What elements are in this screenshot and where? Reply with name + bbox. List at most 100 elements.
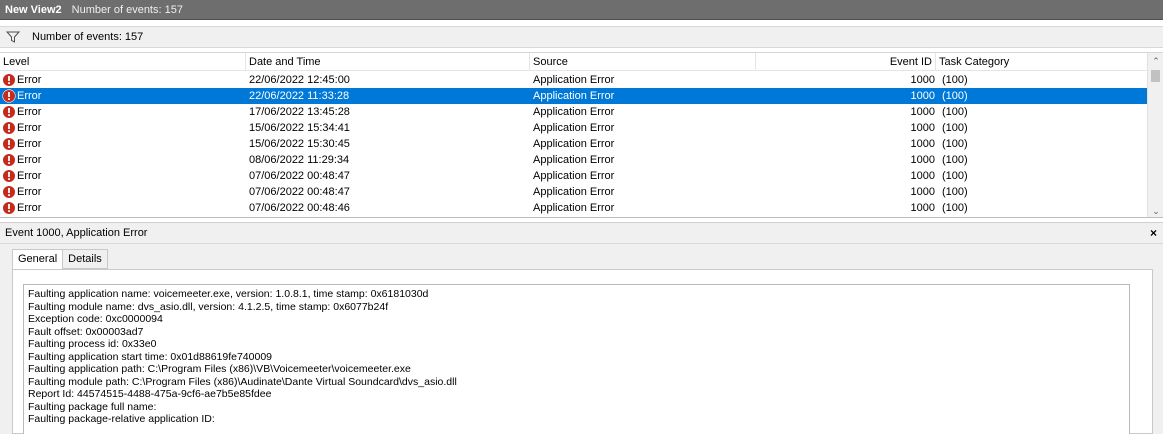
- task-category-cell: (100): [942, 106, 968, 118]
- level-cell: Error: [0, 88, 245, 104]
- source-cell: Application Error: [533, 122, 615, 134]
- task-category-cell: (100): [942, 202, 968, 214]
- description-line: Exception code: 0xc0000094: [28, 313, 163, 325]
- source-cell: Application Error: [533, 154, 615, 166]
- level-text: Error: [17, 170, 42, 182]
- level-cell: Error: [0, 136, 245, 152]
- column-header-event-id[interactable]: Event ID: [756, 53, 936, 71]
- level-text: Error: [17, 186, 42, 198]
- view-title: New View2: [5, 3, 62, 16]
- table-row[interactable]: Error 07/06/2022 00:48:47 Application Erro…: [0, 184, 1147, 200]
- table-row[interactable]: Error 15/06/2022 15:34:41 Application Erro…: [0, 120, 1147, 136]
- scroll-down-arrow-icon[interactable]: ⌄: [1148, 203, 1163, 217]
- source-cell: Application Error: [533, 90, 615, 102]
- tab-details[interactable]: Details: [62, 249, 108, 269]
- level-text: Error: [17, 138, 42, 150]
- error-icon: [2, 89, 16, 103]
- grid-vertical-scrollbar[interactable]: ⌃ ⌄: [1147, 53, 1163, 217]
- date-cell: 08/06/2022 11:29:34: [249, 154, 350, 166]
- task-category-cell: (100): [942, 138, 968, 150]
- view-title-bar: New View2 Number of events: 157: [0, 0, 1163, 20]
- description-line: Faulting package full name:: [28, 400, 157, 413]
- task-category-cell: (100): [942, 74, 968, 86]
- date-cell: 07/06/2022 00:48:46: [249, 202, 350, 214]
- level-cell: Error: [0, 120, 245, 136]
- description-line: Faulting process id: 0x33e0: [28, 338, 157, 350]
- event-id-cell: 1000: [910, 138, 935, 150]
- event-count-header: Number of events: 157: [71, 3, 183, 16]
- event-id-cell: 1000: [910, 122, 935, 134]
- date-cell: 22/06/2022 12:45:00: [249, 74, 350, 86]
- table-row[interactable]: Error 07/06/2022 00:48:47 Application Erro…: [0, 168, 1147, 184]
- events-grid[interactable]: Level Date and Time Source Event ID Task…: [0, 52, 1163, 218]
- table-row[interactable]: Error 17/06/2022 13:45:28 Application Erro…: [0, 104, 1147, 120]
- table-row[interactable]: Error 15/06/2022 15:30:45 Application Erro…: [0, 136, 1147, 152]
- level-cell: Error: [0, 72, 245, 88]
- error-icon: [2, 121, 16, 135]
- event-id-cell: 1000: [910, 90, 935, 102]
- level-text: Error: [17, 74, 42, 86]
- table-row[interactable]: Error 08/06/2022 11:29:34 Application Erro…: [0, 152, 1147, 168]
- error-icon: [2, 185, 16, 199]
- level-text: Error: [17, 90, 42, 102]
- column-header-task-category[interactable]: Task Category: [936, 53, 1147, 71]
- scrollbar-thumb[interactable]: [1151, 70, 1160, 82]
- event-id-cell: 1000: [910, 202, 935, 214]
- general-tab-pane: Faulting application name: voicemeeter.e…: [12, 269, 1153, 434]
- date-cell: 22/06/2022 11:33:28: [249, 90, 350, 102]
- task-category-cell: (100): [942, 122, 968, 134]
- date-cell: 15/06/2022 15:34:41: [249, 122, 350, 134]
- task-category-cell: (100): [942, 186, 968, 198]
- event-description-box[interactable]: Faulting application name: voicemeeter.e…: [23, 284, 1130, 434]
- grid-rows: Error 22/06/2022 12:45:00 Application Erro…: [0, 72, 1147, 216]
- description-line: Faulting application start time: 0x01d88…: [28, 350, 273, 363]
- task-category-cell: (100): [942, 170, 968, 182]
- event-detail-panel: General Details Faulting application nam…: [0, 244, 1163, 434]
- description-line: Fault offset: 0x00003ad7: [28, 325, 144, 338]
- event-detail-title: Event 1000, Application Error: [5, 227, 148, 239]
- event-id-cell: 1000: [910, 186, 935, 198]
- error-icon: [2, 105, 16, 119]
- level-cell: Error: [0, 168, 245, 184]
- description-line: Faulting application path: C:\Program Fi…: [28, 363, 411, 375]
- date-cell: 07/06/2022 00:48:47: [249, 186, 350, 198]
- level-text: Error: [17, 202, 42, 214]
- date-cell: 07/06/2022 00:48:47: [249, 170, 350, 182]
- source-cell: Application Error: [533, 186, 615, 198]
- column-header-source[interactable]: Source: [530, 53, 756, 71]
- source-cell: Application Error: [533, 106, 615, 118]
- event-id-cell: 1000: [910, 74, 935, 86]
- event-id-cell: 1000: [910, 170, 935, 182]
- description-line: Faulting module name: dvs_asio.dll, vers…: [28, 300, 389, 313]
- event-detail-header: Event 1000, Application Error ×: [0, 222, 1163, 244]
- table-row[interactable]: Error 22/06/2022 11:33:28 Application Erro…: [0, 88, 1147, 104]
- close-icon[interactable]: ×: [1150, 226, 1157, 240]
- tab-general[interactable]: General: [12, 249, 64, 270]
- error-icon: [2, 73, 16, 87]
- table-row[interactable]: Error 22/06/2022 12:45:00 Application Erro…: [0, 72, 1147, 88]
- scroll-up-arrow-icon[interactable]: ⌃: [1148, 53, 1163, 69]
- filter-bar: Number of events: 157: [0, 26, 1163, 48]
- level-cell: Error: [0, 200, 245, 216]
- date-cell: 17/06/2022 13:45:28: [249, 106, 350, 118]
- filter-icon: [6, 31, 20, 43]
- description-line: Faulting application name: voicemeeter.e…: [28, 288, 429, 300]
- column-header-date[interactable]: Date and Time: [246, 53, 530, 71]
- source-cell: Application Error: [533, 138, 615, 150]
- error-icon: [2, 201, 16, 215]
- source-cell: Application Error: [533, 170, 615, 182]
- level-cell: Error: [0, 184, 245, 200]
- level-text: Error: [17, 154, 42, 166]
- level-text: Error: [17, 122, 42, 134]
- filter-count-text: Number of events: 157: [32, 31, 144, 43]
- event-id-cell: 1000: [910, 154, 935, 166]
- error-icon: [2, 169, 16, 183]
- task-category-cell: (100): [942, 154, 968, 166]
- source-cell: Application Error: [533, 202, 615, 214]
- source-cell: Application Error: [533, 74, 615, 86]
- table-row[interactable]: Error 07/06/2022 00:48:46 Application Erro…: [0, 200, 1147, 216]
- grid-header: Level Date and Time Source Event ID Task…: [0, 53, 1147, 71]
- error-icon: [2, 153, 16, 167]
- column-header-level[interactable]: Level: [0, 53, 246, 71]
- level-cell: Error: [0, 152, 245, 168]
